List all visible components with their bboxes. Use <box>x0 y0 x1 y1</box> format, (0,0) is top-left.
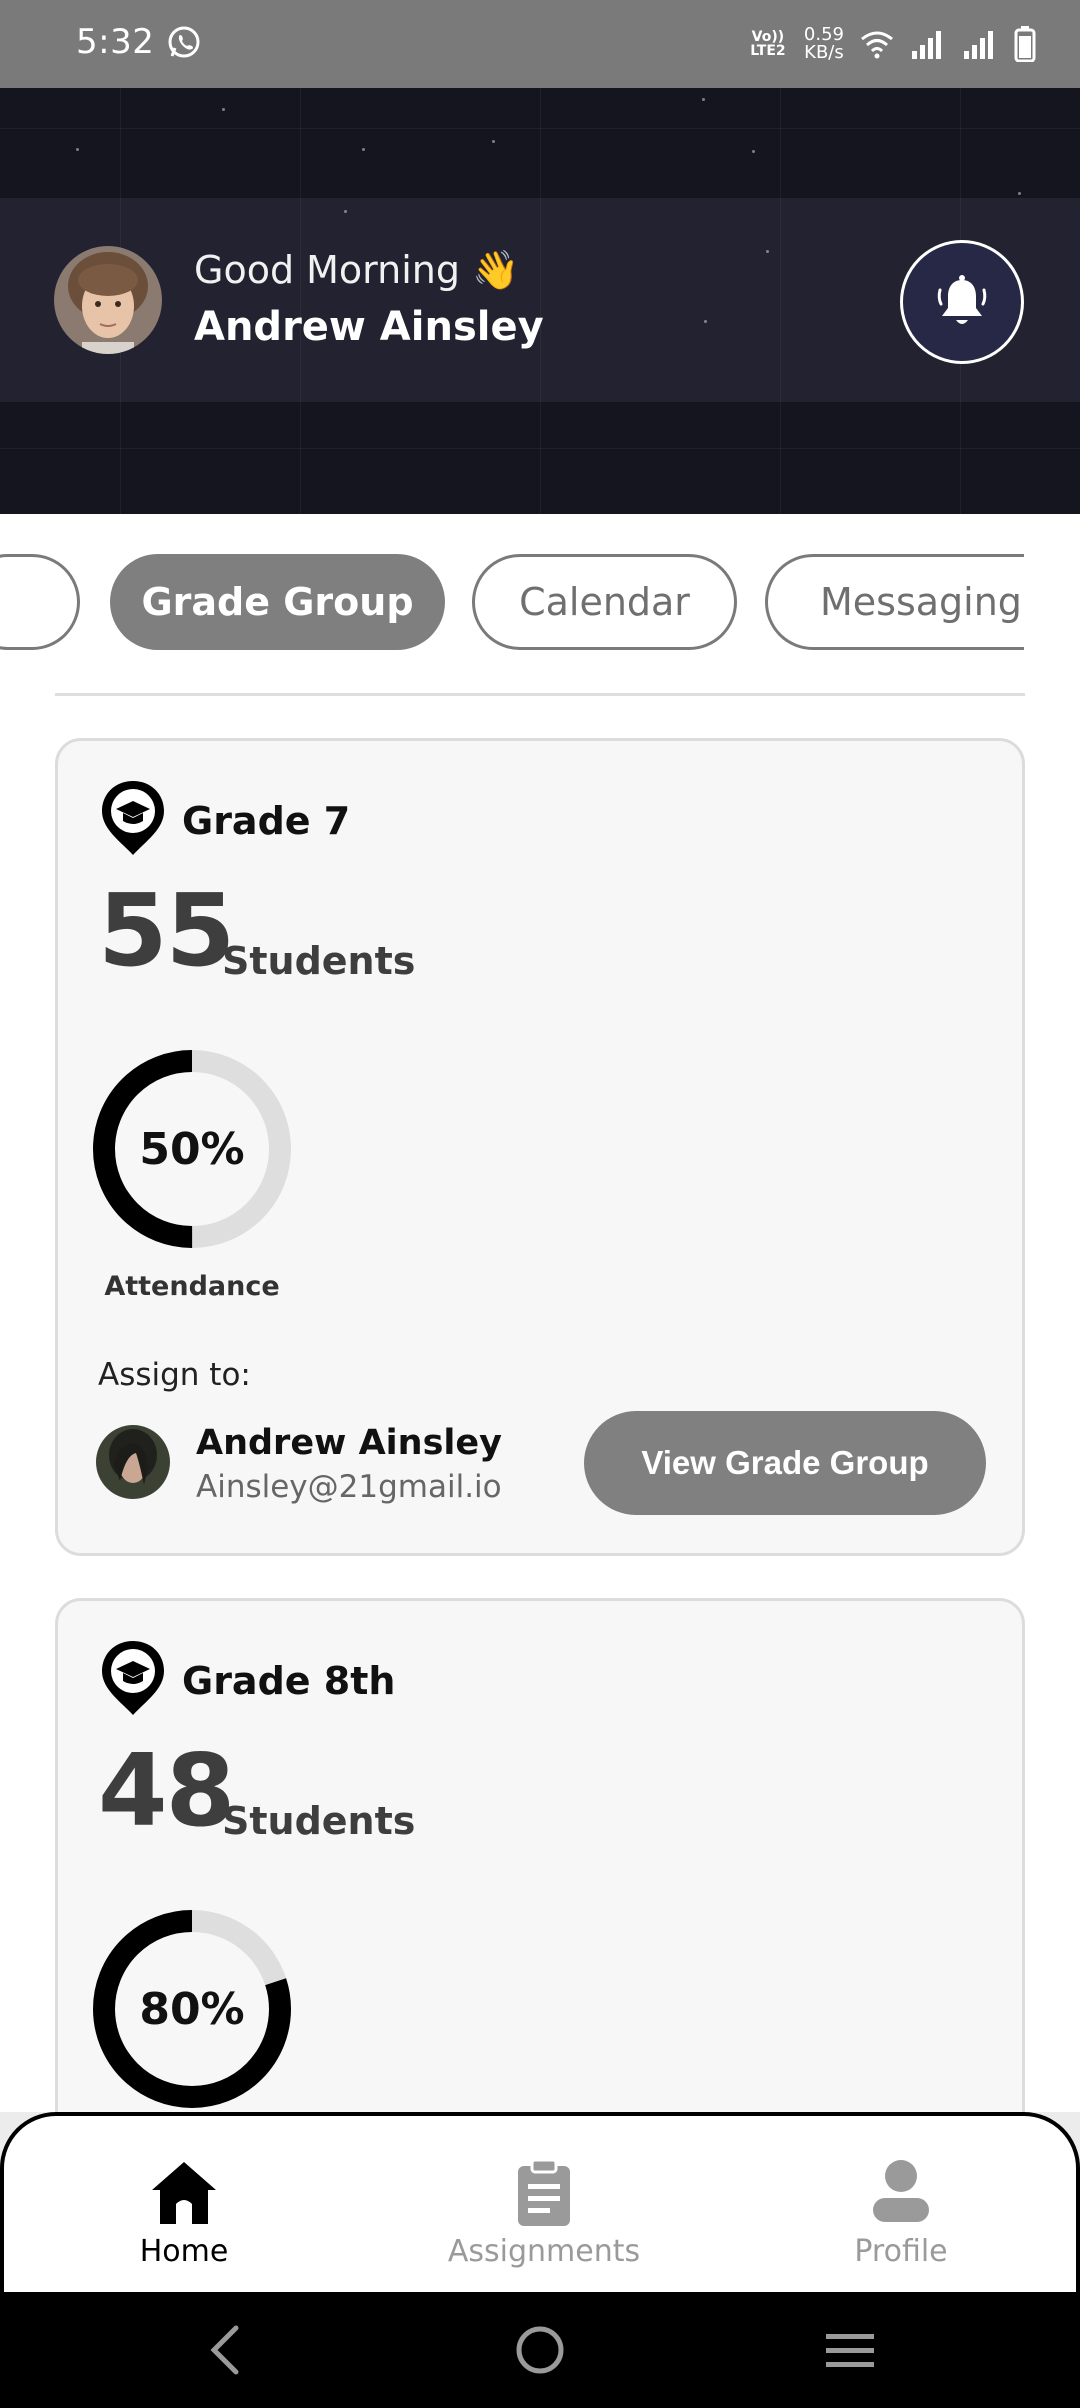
assignee-avatar <box>96 1425 170 1499</box>
star-dot <box>492 140 495 143</box>
assign-to-label: Assign to: <box>98 1357 251 1393</box>
star-dot <box>766 250 769 253</box>
network-speed: 0.59 KB/s <box>804 26 844 62</box>
category-tabs: Grade Group Calendar Messaging <box>0 554 1080 650</box>
bottom-nav: Home Assignments Profile <box>0 2112 1080 2292</box>
home-icon <box>152 2162 216 2224</box>
star-dot <box>704 320 707 323</box>
star-dot <box>222 108 225 111</box>
person-icon <box>873 2160 929 2222</box>
notifications-button[interactable] <box>900 240 1024 364</box>
star-dot <box>1018 192 1021 195</box>
status-time: 5:32 <box>76 22 155 62</box>
grid-line <box>300 88 301 514</box>
student-count: 48 <box>98 1732 235 1849</box>
assignee-name: Andrew Ainsley <box>196 1423 502 1463</box>
status-bar: 5:32 Vo)) LTE2 0.59 KB/s <box>0 0 1080 88</box>
attendance-percent: 50% <box>139 1123 245 1175</box>
graduation-pin-icon <box>102 781 164 855</box>
system-nav-bar <box>0 2292 1080 2408</box>
user-name: Andrew Ainsley <box>194 304 544 350</box>
greeting-text: Good Morning 👋 <box>194 248 520 292</box>
grade-card[interactable]: Grade 7 55 Students 50% Attendance Assig… <box>55 738 1025 1556</box>
whatsapp-icon <box>168 26 200 58</box>
nav-assignments[interactable]: Assignments <box>414 2156 674 2269</box>
signal-icon <box>964 31 993 59</box>
tab-grade-group[interactable]: Grade Group <box>110 554 445 650</box>
speed-unit: KB/s <box>804 42 844 63</box>
star-dot <box>76 148 79 151</box>
assignee-avatar-image <box>96 1425 170 1499</box>
nav-home[interactable]: Home <box>54 2156 314 2269</box>
student-count-label: Students <box>222 939 416 983</box>
back-icon[interactable] <box>196 2320 256 2380</box>
tab-calendar[interactable]: Calendar <box>472 554 737 650</box>
grid-line <box>0 448 1080 449</box>
bell-ringing-icon <box>937 275 987 324</box>
star-dot <box>702 98 705 101</box>
student-count: 55 <box>98 872 235 989</box>
tabs-divider <box>55 693 1025 696</box>
battery-icon <box>1014 26 1036 62</box>
star-dot <box>752 150 755 153</box>
grid-line <box>540 88 541 514</box>
graduation-pin-icon <box>102 1641 164 1715</box>
network-type-label: Vo)) LTE2 <box>750 29 786 59</box>
menu-icon[interactable] <box>820 2320 880 2380</box>
assignee-email: Ainsley@21gmail.io <box>196 1469 502 1505</box>
avatar-image <box>54 246 162 354</box>
avatar[interactable] <box>54 246 162 354</box>
star-dot <box>362 148 365 151</box>
grid-line <box>780 88 781 514</box>
grade-title: Grade 8th <box>182 1659 396 1703</box>
wifi-icon <box>861 31 893 59</box>
grade-title: Grade 7 <box>182 799 351 843</box>
nav-assignments-label: Assignments <box>447 2234 641 2269</box>
star-dot <box>344 210 347 213</box>
tabs-edge-mask <box>1024 540 1080 660</box>
grid-line <box>0 128 1080 129</box>
view-grade-group-button[interactable]: View Grade Group <box>584 1411 986 1515</box>
nav-profile-label: Profile <box>854 2234 948 2269</box>
nav-home-label: Home <box>139 2234 229 2269</box>
signal-icon <box>912 31 941 59</box>
status-indicators: Vo)) LTE2 0.59 KB/s <box>748 18 1036 70</box>
header-banner: Good Morning 👋 Andrew Ainsley <box>0 88 1080 514</box>
nav-profile[interactable]: Profile <box>771 2156 1031 2269</box>
home-circle-icon[interactable] <box>510 2320 570 2380</box>
attendance-percent: 80% <box>139 1983 245 2035</box>
attendance-label: Attendance <box>104 1271 280 1302</box>
clipboard-icon <box>518 2158 570 2226</box>
student-count-label: Students <box>222 1799 416 1843</box>
tab-previous-partial[interactable] <box>0 554 80 650</box>
